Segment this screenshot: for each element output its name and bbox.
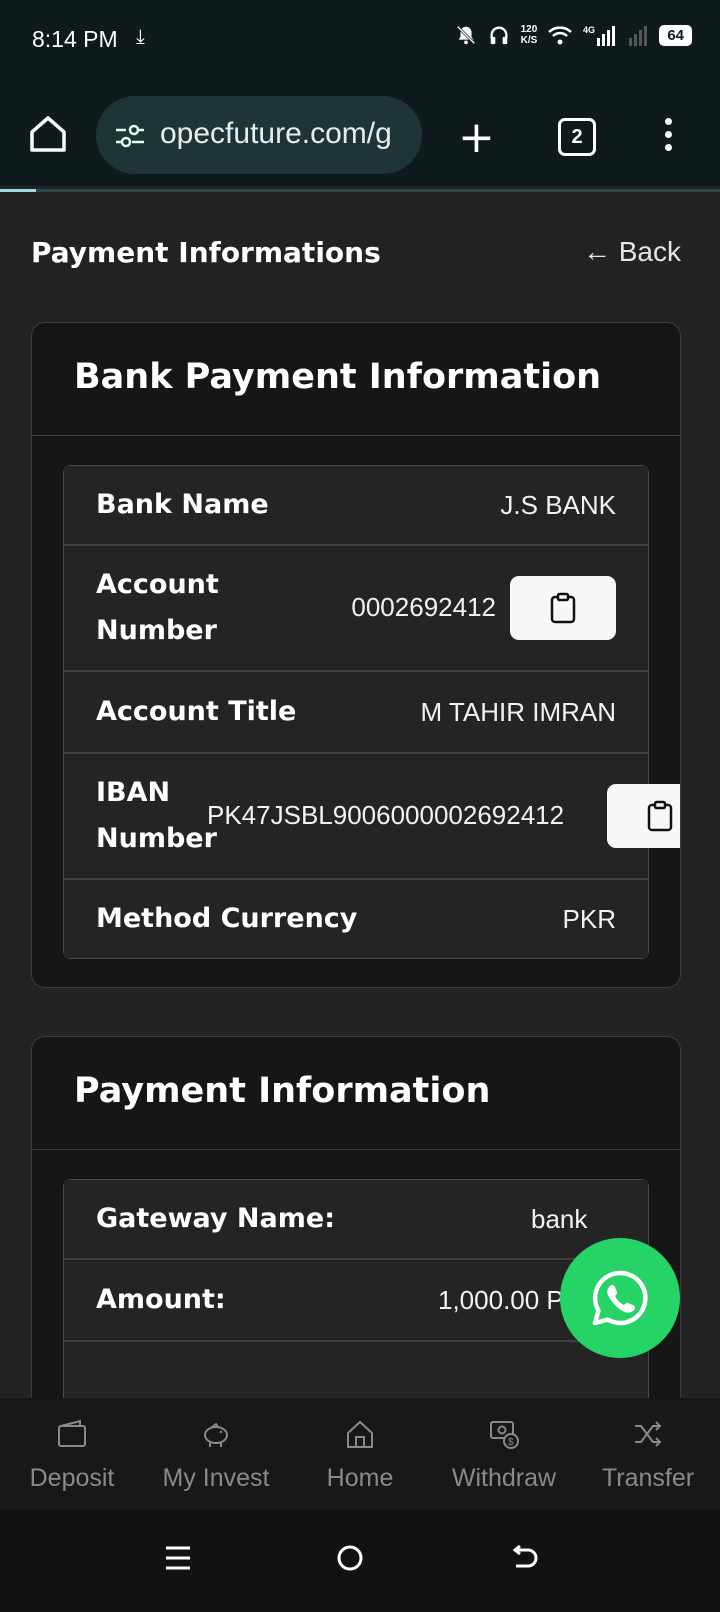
download-icon: ⤓	[136, 26, 145, 48]
whatsapp-chat-button[interactable]	[560, 1238, 680, 1358]
whatsapp-icon	[592, 1270, 648, 1326]
signal-icon: 4G	[583, 25, 616, 46]
currency-value: PKR	[562, 904, 616, 934]
row-label: Bank Name	[96, 489, 269, 520]
nav-label: Deposit	[29, 1464, 115, 1492]
back-link[interactable]: ← Back	[583, 236, 681, 268]
iban-value: PK47JSBL9006000002692412	[207, 800, 565, 830]
home-circle-icon[interactable]	[336, 1544, 364, 1572]
more-menu-icon[interactable]	[662, 118, 674, 158]
recent-apps-icon[interactable]	[164, 1544, 192, 1572]
table-row: Bank Name J.S BANK	[64, 466, 648, 546]
page-header: Payment Informations ← Back	[31, 236, 681, 276]
piggy-bank-icon	[204, 1422, 228, 1447]
clipboard-icon	[647, 800, 673, 832]
money-icon: $	[490, 1421, 519, 1449]
payment-info-card: Payment Information Gateway Name: bank A…	[31, 1036, 681, 1458]
row-label: Number	[96, 615, 217, 646]
row-label: Amount:	[96, 1284, 226, 1315]
copy-iban-button[interactable]	[607, 784, 680, 848]
row-label: Method Currency	[96, 903, 358, 934]
new-tab-icon[interactable]: +	[458, 116, 495, 160]
status-bar: 8:14 PM ⤓ 120 K/S 4G 64	[0, 0, 720, 82]
battery-indicator: 64	[659, 24, 692, 46]
account-title-value: M TAHIR IMRAN	[420, 697, 616, 727]
row-label: Account	[96, 569, 219, 600]
svg-text:$: $	[508, 1437, 514, 1448]
status-icons: 120 K/S 4G 64	[455, 24, 692, 46]
svg-text:4G: 4G	[583, 25, 595, 35]
home-icon[interactable]	[26, 112, 70, 156]
page-title: Payment Informations	[31, 236, 381, 269]
nav-home[interactable]: Home	[288, 1398, 432, 1510]
nav-label: Home	[326, 1464, 394, 1492]
url-text: opecfuture.com/g	[160, 117, 392, 150]
bank-name-value: J.S BANK	[500, 490, 616, 520]
page-load-progress	[0, 189, 720, 192]
bottom-navigation: Deposit My Invest Home $ Withdraw Transf…	[0, 1398, 720, 1510]
table-row: Account Title M TAHIR IMRAN	[64, 672, 648, 754]
nav-my-invest[interactable]: My Invest	[144, 1398, 288, 1510]
bank-info-table: Bank Name J.S BANK Account Number 000269…	[63, 465, 680, 959]
nav-deposit[interactable]: Deposit	[0, 1398, 144, 1510]
signal-weak-icon	[629, 26, 648, 46]
nav-label: Transfer	[601, 1464, 695, 1492]
home-icon	[347, 1421, 373, 1448]
row-label: Gateway Name:	[96, 1203, 335, 1234]
row-label: IBAN	[96, 777, 171, 808]
back-arrow-icon[interactable]	[510, 1544, 540, 1572]
browser-toolbar: opecfuture.com/g	[0, 82, 720, 186]
headphones-icon	[490, 26, 508, 45]
clipboard-icon	[550, 592, 576, 624]
row-label: Number	[96, 823, 217, 854]
nav-withdraw[interactable]: $ Withdraw	[432, 1398, 576, 1510]
tab-switcher-button[interactable]: 2	[558, 118, 596, 156]
table-row: Account Number 0002692412	[64, 546, 648, 672]
table-row: Method Currency PKR	[64, 880, 648, 958]
gateway-value: bank	[531, 1204, 588, 1234]
nav-label: My Invest	[162, 1464, 270, 1492]
system-navigation-bar	[0, 1510, 720, 1612]
bell-muted-icon	[456, 25, 475, 45]
card-header: Payment Information	[32, 1037, 680, 1150]
account-number-value: 0002692412	[351, 592, 496, 622]
row-label: Account Title	[96, 696, 297, 727]
card-title: Bank Payment Information	[74, 357, 602, 397]
shuffle-icon	[635, 1421, 662, 1447]
table-row: Gateway Name: bank	[64, 1180, 648, 1260]
url-bar[interactable]: opecfuture.com/g	[96, 96, 422, 174]
nav-transfer[interactable]: Transfer	[576, 1398, 720, 1510]
copy-account-number-button[interactable]	[510, 576, 616, 640]
nav-label: Withdraw	[451, 1464, 557, 1492]
clock: 8:14 PM	[32, 26, 118, 52]
table-row: IBAN Number PK47JSBL9006000002692412	[64, 754, 680, 880]
site-settings-icon[interactable]	[114, 122, 146, 150]
wallet-icon	[58, 1419, 86, 1447]
wifi-icon	[548, 26, 573, 45]
card-title: Payment Information	[74, 1071, 491, 1111]
card-header: Bank Payment Information	[32, 323, 680, 436]
bank-payment-card: Bank Payment Information Bank Name J.S B…	[31, 322, 681, 988]
net-speed: 120 K/S	[520, 24, 538, 46]
